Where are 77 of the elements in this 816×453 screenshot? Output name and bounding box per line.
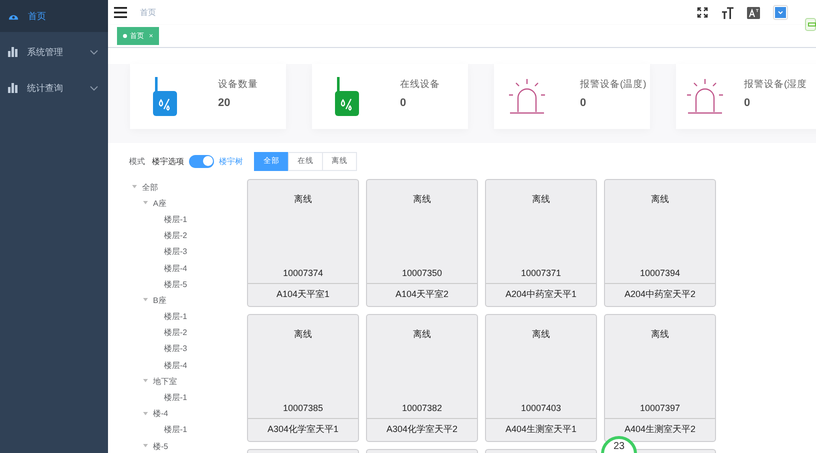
- device-status: 离线: [532, 328, 550, 341]
- device-card[interactable]: 离线 10007374 A104天平室1: [247, 179, 359, 307]
- tree-node[interactable]: 楼层-1: [164, 392, 188, 404]
- device-card[interactable]: 离线 10007371 A204中药室天平1: [485, 179, 597, 307]
- tree-node[interactable]: 全部: [142, 182, 158, 193]
- caret-icon[interactable]: [132, 185, 137, 190]
- tree-node[interactable]: 楼层-2: [164, 230, 188, 242]
- fullscreen-icon[interactable]: [697, 7, 708, 18]
- device-id: 10007371: [520, 268, 562, 278]
- device-card[interactable]: 离线 10007350 A104天平室2: [366, 179, 478, 307]
- device-card[interactable]: 离线 10007397 A404生测室天平2: [604, 314, 716, 442]
- caret-icon[interactable]: [143, 201, 148, 206]
- device-name: A304化学室天平1: [248, 418, 358, 441]
- tree-node[interactable]: 楼层-1: [164, 311, 188, 322]
- tree-node[interactable]: 楼-4: [153, 408, 168, 420]
- device-status: 离线: [413, 328, 431, 341]
- tree-node[interactable]: 楼-5: [153, 440, 168, 452]
- device-card[interactable]: 离线 10007382 A304化学室天平2: [366, 314, 478, 442]
- device-name: A204中药室天平2: [605, 283, 715, 306]
- tree-node[interactable]: 楼层-4: [164, 262, 188, 274]
- mode-label: 模式: [129, 156, 145, 166]
- switch-off-label: 楼宇选项: [152, 156, 184, 166]
- device-status: 离线: [413, 193, 431, 206]
- mode-switch[interactable]: [189, 154, 214, 168]
- device-name: A304化学室天平2: [367, 418, 477, 441]
- caret-icon[interactable]: [143, 444, 148, 448]
- stat-label: 报警设备(温度): [580, 78, 646, 91]
- device-id: 10007374: [282, 268, 324, 278]
- caret-icon[interactable]: [143, 298, 148, 302]
- device-status: 离线: [532, 193, 550, 206]
- tree-node[interactable]: 楼层-3: [164, 343, 188, 354]
- bar-chart-icon: [8, 47, 18, 57]
- stat-value: 0: [744, 97, 752, 109]
- device-id: 10007382: [402, 403, 442, 413]
- device-name: A104天平室1: [248, 283, 358, 306]
- device-status: 离线: [651, 328, 669, 341]
- caret-icon[interactable]: [143, 379, 148, 384]
- text-size-icon[interactable]: [721, 6, 734, 18]
- device-name: A104天平室2: [367, 283, 477, 306]
- tree-node[interactable]: 楼层-1: [164, 424, 188, 436]
- tree-node[interactable]: A座: [153, 198, 166, 209]
- tree-node[interactable]: 楼层-3: [164, 246, 188, 258]
- device-name: A404生测室天平1: [486, 418, 596, 441]
- device-card[interactable]: 离线 10007385 A304化学室天平1: [247, 314, 359, 442]
- tree-node[interactable]: 地下室: [153, 376, 177, 387]
- avatar-dropdown-icon[interactable]: [773, 5, 788, 20]
- bar-chart-icon: [8, 83, 18, 93]
- device-id: 10007350: [402, 268, 442, 278]
- stat-label: 报警设备(湿度: [744, 78, 808, 91]
- sidebar-item[interactable]: 统计查询: [0, 70, 108, 106]
- tree-node[interactable]: 楼层-4: [164, 360, 188, 371]
- caret-icon[interactable]: [143, 412, 148, 416]
- device-status: 离线: [651, 193, 669, 206]
- tree-node[interactable]: B座: [153, 294, 166, 306]
- tree-node[interactable]: 楼层-1: [164, 214, 188, 225]
- menu-icon[interactable]: [114, 7, 127, 18]
- device-id: 10007403: [520, 403, 562, 413]
- sidebar-item[interactable]: 系统管理: [0, 34, 108, 70]
- switch-on-label: 楼宇树: [219, 156, 243, 166]
- device-status: 离线: [294, 193, 312, 206]
- sidebar-item[interactable]: 首页: [0, 0, 108, 32]
- language-icon[interactable]: [747, 6, 760, 18]
- tree-node[interactable]: 楼层-2: [164, 327, 188, 338]
- device-card[interactable]: 离线 10007403 A404生测室天平1: [485, 314, 597, 442]
- device-id: 10007394: [640, 268, 680, 278]
- stat-label: 设备数量: [218, 78, 258, 91]
- device-id: 10007397: [640, 403, 680, 413]
- device-status: 离线: [294, 328, 312, 341]
- stat-value: 20: [218, 97, 232, 109]
- stat-label: 在线设备: [400, 78, 440, 91]
- stat-value: 0: [400, 97, 408, 109]
- device-name: A204中药室天平1: [486, 283, 596, 306]
- device-card[interactable]: 离线 10007394 A204中药室天平2: [604, 179, 716, 307]
- tree-node[interactable]: 楼层-5: [164, 278, 188, 290]
- stat-value: 0: [580, 97, 588, 109]
- panel-icon[interactable]: [805, 18, 816, 31]
- device-id: 10007385: [282, 403, 324, 413]
